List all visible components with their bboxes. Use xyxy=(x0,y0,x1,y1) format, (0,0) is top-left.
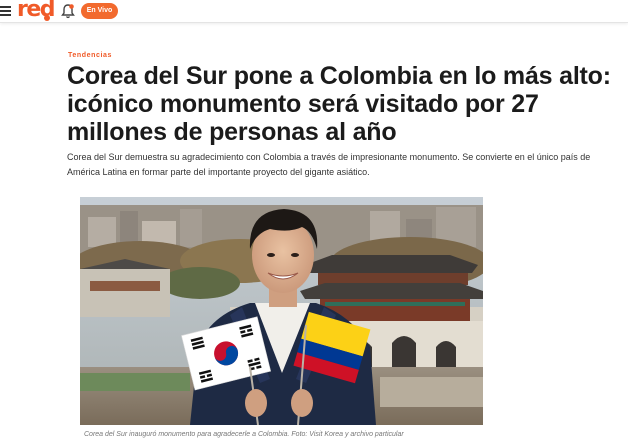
top-navigation-bar: red En Vivo xyxy=(0,0,628,23)
logo-dot xyxy=(44,15,50,21)
menu-icon[interactable] xyxy=(0,4,12,18)
article-hero-image xyxy=(80,197,483,425)
image-caption: Corea del Sur inauguró monumento para ag… xyxy=(84,431,404,438)
article-lead: Corea del Sur demuestra su agradecimient… xyxy=(67,152,591,177)
category-link[interactable]: Tendencias xyxy=(68,52,112,59)
article-title: Corea del Sur pone a Colombia en lo más … xyxy=(67,62,611,146)
bell-icon[interactable] xyxy=(61,3,75,19)
live-button[interactable]: En Vivo xyxy=(81,3,118,19)
